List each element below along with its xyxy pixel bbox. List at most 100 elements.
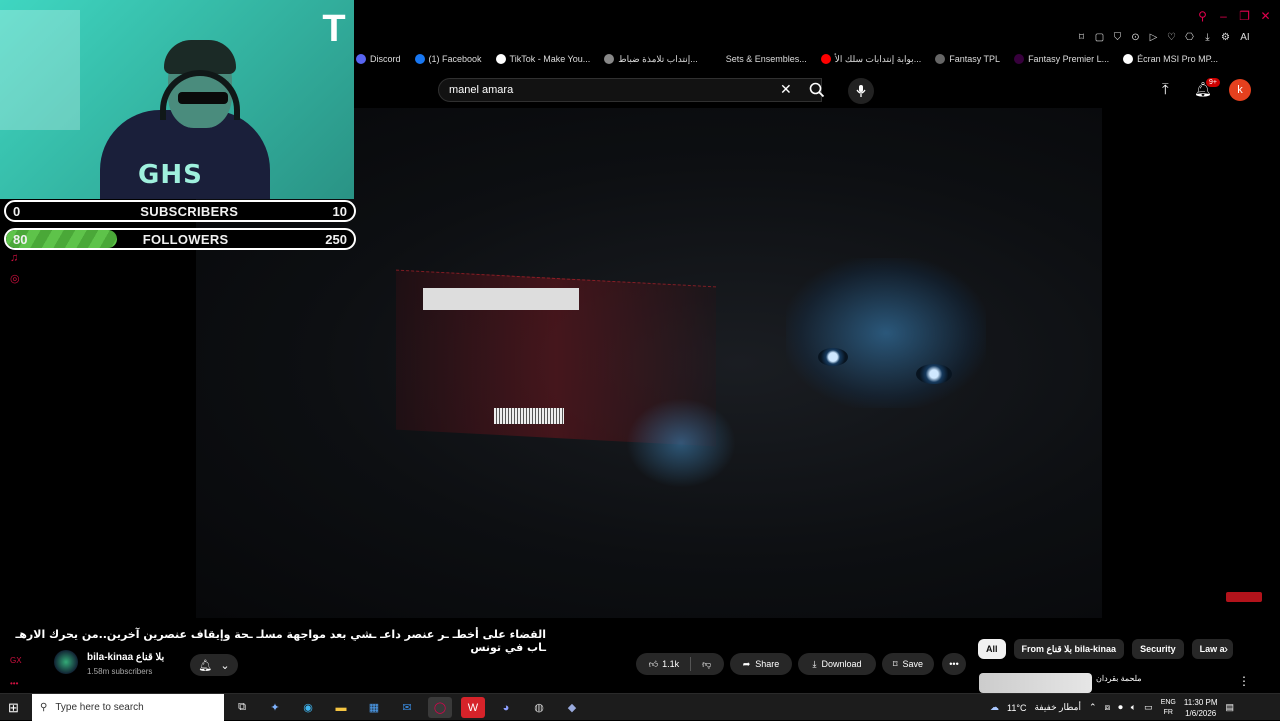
bookmark-favicon-icon xyxy=(414,54,425,64)
account-avatar[interactable]: k xyxy=(1229,79,1251,101)
extension-icon[interactable]: ▷ xyxy=(1147,32,1160,43)
followers-current: 80 xyxy=(13,231,28,247)
search-icon: ⚲ xyxy=(40,702,48,713)
tiktok-icon: ♫ xyxy=(10,252,19,264)
discord-icon[interactable]: ◕ xyxy=(494,697,518,718)
bookmark-item[interactable]: Fantasy Premier L... xyxy=(1014,54,1109,64)
obs-icon[interactable]: ◍ xyxy=(527,697,551,718)
extension-icon[interactable]: ▢ xyxy=(1093,32,1106,43)
instagram-icon: ◎ xyxy=(10,273,20,285)
bookmarks-bar: Discord (1) Facebook TikTok - Make You... إ… xyxy=(356,50,1280,68)
upload-icon[interactable]: ⤒ xyxy=(1162,81,1169,98)
video-overlay-badge xyxy=(1226,592,1262,602)
download-icon: ⤓ xyxy=(812,658,817,669)
thumbs-up-icon: 👍︎ xyxy=(648,658,659,669)
language-indicator[interactable]: ENG FR xyxy=(1161,698,1176,718)
search-input[interactable]: manel amara xyxy=(438,78,822,102)
steam-icon[interactable]: ◆ xyxy=(560,697,584,718)
clock[interactable]: 11:30 PM 1/6/2026 xyxy=(1184,697,1218,719)
bookmark-item[interactable]: إنتداب تلامذة ضباط... xyxy=(604,54,698,65)
bookmark-favicon-icon xyxy=(935,54,946,64)
close-button[interactable]: ✕ xyxy=(1259,9,1272,23)
file-explorer-icon[interactable]: ▬ xyxy=(329,697,353,718)
bookmark-item[interactable]: (1) Facebook xyxy=(414,54,482,64)
share-button[interactable]: ➦ Share xyxy=(730,653,792,675)
video-frame-eye-left xyxy=(818,348,848,366)
outlook-icon[interactable]: ✉ xyxy=(395,697,419,718)
edge-icon[interactable]: ◉ xyxy=(296,697,320,718)
bookmark-favicon-icon xyxy=(820,54,831,64)
taskbar-search[interactable]: ⚲ Type here to search xyxy=(32,694,224,721)
notification-center-icon[interactable]: ▤ xyxy=(1226,702,1235,713)
lang-top: ENG xyxy=(1160,698,1176,706)
voice-search-button[interactable] xyxy=(848,78,874,104)
browser-search-icon[interactable]: ⚲ xyxy=(1196,9,1209,23)
more-actions-button[interactable]: ••• xyxy=(942,653,966,675)
network-icon[interactable]: ⧈ xyxy=(1105,702,1111,713)
weather-temp[interactable]: 11°C xyxy=(1007,703,1026,713)
minimize-button[interactable]: – xyxy=(1217,9,1230,23)
bell-icon: 🔔︎ xyxy=(198,659,213,672)
video-frame-barcode xyxy=(494,408,564,424)
bookmark-label: Discord xyxy=(370,54,401,64)
like-button[interactable]: 👍︎ 1.1k xyxy=(649,659,679,670)
filter-chip[interactable]: From بلا قناع bila-kinaa xyxy=(1013,639,1125,659)
bookmark-item[interactable]: بوابة إنتدابات سلك الأ... xyxy=(820,54,921,65)
windows-start-icon[interactable]: ⊞ xyxy=(8,700,19,716)
like-dislike-group: 👍︎ 1.1k 👎︎ xyxy=(636,653,724,675)
extension-icon[interactable]: ⤓ xyxy=(1201,32,1214,43)
bookmark-item[interactable]: Sets & Ensembles... xyxy=(712,54,807,64)
wps-icon[interactable]: W xyxy=(461,697,485,718)
recommended-video-title[interactable]: ملحمة بقردان xyxy=(1096,674,1142,683)
followers-label: FOLLOWERS xyxy=(142,231,229,247)
save-button[interactable]: ⌑ Save xyxy=(882,653,934,675)
extension-icon[interactable]: ⛉ xyxy=(1111,32,1124,43)
youtube-header: manel amara ✕ ⤒ 🔔︎ 9+ k xyxy=(356,72,1280,108)
ai-extension-icon[interactable]: AI xyxy=(1237,32,1253,43)
extension-icon[interactable]: ⚙ xyxy=(1219,32,1232,43)
recommendation-chips: All From بلا قناع bila-kinaa Security Law a xyxy=(978,639,1233,659)
store-icon[interactable]: ▦ xyxy=(362,697,386,718)
bookmark-label: إنتداب تلامذة ضباط... xyxy=(618,53,698,64)
save-label: Save xyxy=(902,659,924,669)
channel-subscribers: 1.58m subscribers xyxy=(87,667,153,676)
subscribers-label: SUBSCRIBERS xyxy=(140,203,239,219)
bookmark-label: TikTok - Make You... xyxy=(509,54,591,64)
task-view-icon[interactable]: ⧉ xyxy=(230,697,254,718)
display-icon[interactable]: ▭ xyxy=(1144,702,1153,713)
more-vert-icon[interactable]: ⋮ xyxy=(1238,674,1250,688)
extension-icon[interactable]: ♡ xyxy=(1165,32,1178,43)
bookmark-item[interactable]: TikTok - Make You... xyxy=(495,54,591,64)
channel-avatar[interactable] xyxy=(54,650,78,674)
video-frame-hand xyxy=(626,398,736,488)
filter-chip[interactable]: All xyxy=(978,639,1006,659)
channel-name[interactable]: bila-kinaa بلا قناع xyxy=(87,652,164,663)
system-tray: ☁ 11°C أمطار خفيفة ⌃ ⧈ ⏺ 🔈︎ ▭ ENG FR 11:… xyxy=(990,694,1234,721)
chevron-right-icon[interactable]: › xyxy=(1224,642,1228,656)
recommended-video-thumbnail[interactable] xyxy=(979,673,1092,693)
search-button[interactable] xyxy=(802,78,832,102)
bookmark-item[interactable]: Écran MSI Pro MP... xyxy=(1123,54,1218,64)
mic-icon[interactable]: ⏺ xyxy=(1118,702,1123,713)
taskbar-search-placeholder: Type here to search xyxy=(55,702,144,713)
extension-icon[interactable]: ⊙ xyxy=(1129,32,1142,43)
bookmark-item[interactable]: Discord xyxy=(356,54,401,64)
followers-goal-bar: 80 FOLLOWERS 250 xyxy=(4,228,356,250)
opera-gx-icon[interactable]: ◯ xyxy=(428,697,452,718)
windows-taskbar: ⊞ ⚲ Type here to search ⧉ ✦ ◉ ▬ ▦ ✉ ◯ W … xyxy=(0,693,1280,721)
copilot-icon[interactable]: ✦ xyxy=(263,697,287,718)
dislike-button[interactable]: 👎︎ xyxy=(702,659,711,670)
volume-icon[interactable]: 🔈︎ xyxy=(1131,702,1136,713)
download-button[interactable]: ⤓ Download xyxy=(798,653,876,675)
extension-icon[interactable]: ⌑ xyxy=(1075,32,1088,43)
extension-icon[interactable]: ⎔ xyxy=(1183,32,1196,43)
restore-button[interactable]: ❐ xyxy=(1238,9,1251,23)
clear-search-icon[interactable]: ✕ xyxy=(780,81,792,98)
bookmark-item[interactable]: Fantasy TPL xyxy=(935,54,1000,64)
tray-chevron-icon[interactable]: ⌃ xyxy=(1089,702,1097,713)
filter-chip[interactable]: Security xyxy=(1132,639,1184,659)
overlay-side-icons: ♫ ◎ xyxy=(10,252,20,293)
chevron-down-icon: ⌄ xyxy=(220,659,230,672)
search-icon xyxy=(809,82,825,98)
subscription-bell-button[interactable]: 🔔︎ ⌄ xyxy=(190,654,238,676)
